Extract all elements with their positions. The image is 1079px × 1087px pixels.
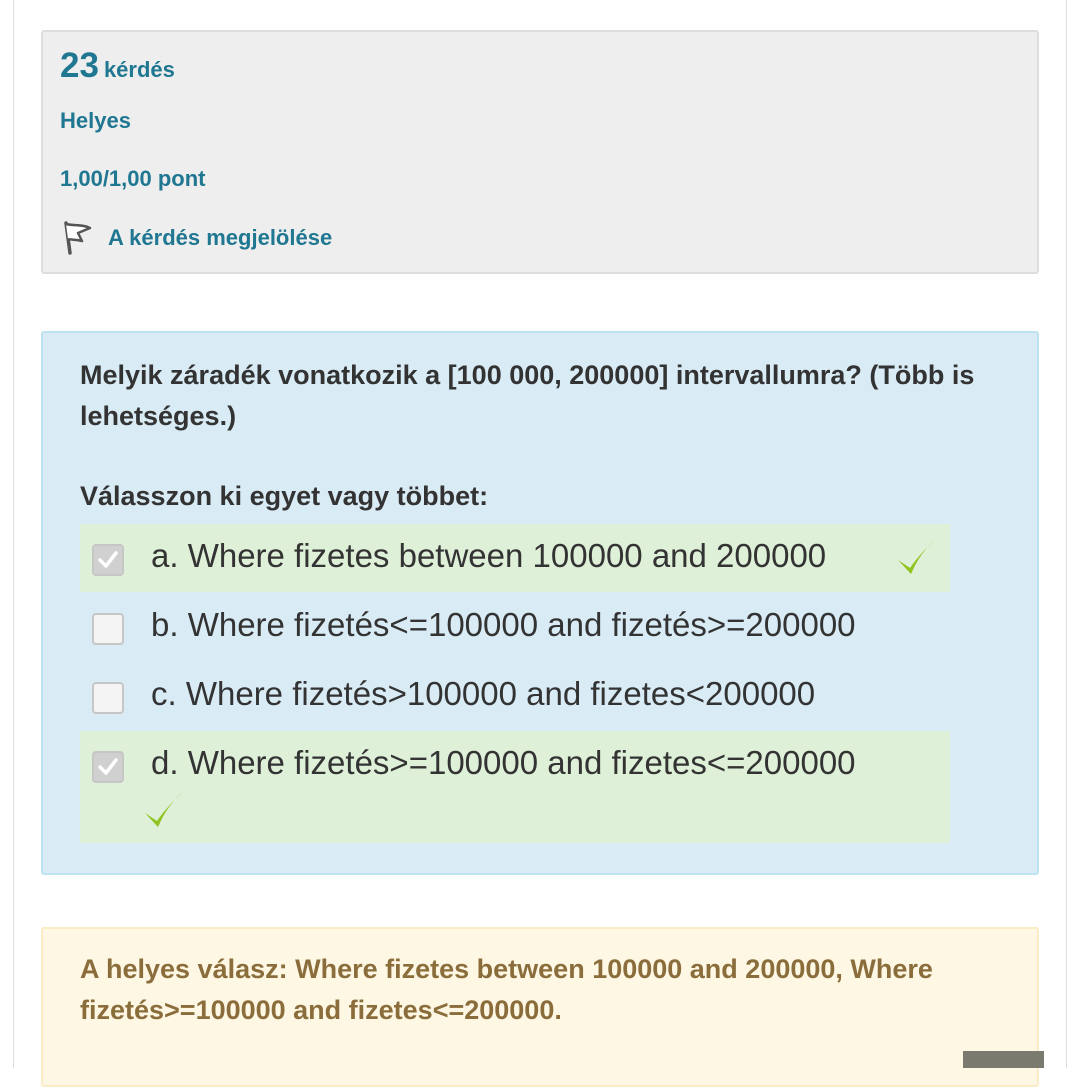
question-grade: 1,00/1,00 pont <box>60 166 206 191</box>
answer-checkbox-c[interactable] <box>92 682 124 714</box>
page-border-left <box>13 0 14 1068</box>
answer-label-a: a. Where fizetes between 100000 and 2000… <box>151 537 827 574</box>
question-number-label: kérdés <box>103 57 175 82</box>
question-number: 23 kérdés <box>60 46 175 86</box>
answer-option-c[interactable]: c. Where fizetés>100000 and fizetes<2000… <box>80 662 950 730</box>
flag-icon <box>64 221 92 255</box>
answer-checkbox-a[interactable] <box>92 544 124 576</box>
checkmark-icon <box>98 551 118 568</box>
question-state: Helyes <box>60 108 131 133</box>
answer-option-b[interactable]: b. Where fizetés<=100000 and fizetés>=20… <box>80 593 950 661</box>
correct-tick-icon <box>145 792 183 827</box>
answer-option-d[interactable]: d. Where fizetés>=100000 and fizetes<=20… <box>80 731 950 843</box>
question-info-panel: 23 kérdés Helyes 1,00/1,00 pont A kérdés … <box>41 30 1039 274</box>
answer-label-c: c. Where fizetés>100000 and fizetes<2000… <box>151 675 816 712</box>
scroll-to-top-button[interactable] <box>963 1051 1044 1068</box>
question-text: Melyik záradék vonatkozik a [100 000, 20… <box>80 360 975 431</box>
answer-prompt: Válasszon ki egyet vagy többet: <box>80 481 489 511</box>
answer-option-a[interactable]: a. Where fizetes between 100000 and 2000… <box>80 524 950 592</box>
flag-question-label: A kérdés megjelölése <box>108 225 333 250</box>
feedback-panel: A helyes válasz: Where fizetes between 1… <box>41 927 1039 1087</box>
question-number-value: 23 <box>60 46 99 85</box>
answer-label-b: b. Where fizetés<=100000 and fizetés>=20… <box>151 606 856 643</box>
right-answer-text: A helyes válasz: Where fizetes between 1… <box>80 954 933 1025</box>
page-border-right <box>1066 0 1067 1068</box>
answer-checkbox-b[interactable] <box>92 613 124 645</box>
question-content: Melyik záradék vonatkozik a [100 000, 20… <box>41 331 1039 875</box>
correct-tick-icon <box>898 539 936 574</box>
answer-label-d: d. Where fizetés>=100000 and fizetes<=20… <box>151 744 856 781</box>
answer-checkbox-d[interactable] <box>92 751 124 783</box>
flag-question-link[interactable]: A kérdés megjelölése <box>60 218 332 258</box>
checkmark-icon <box>98 758 118 775</box>
